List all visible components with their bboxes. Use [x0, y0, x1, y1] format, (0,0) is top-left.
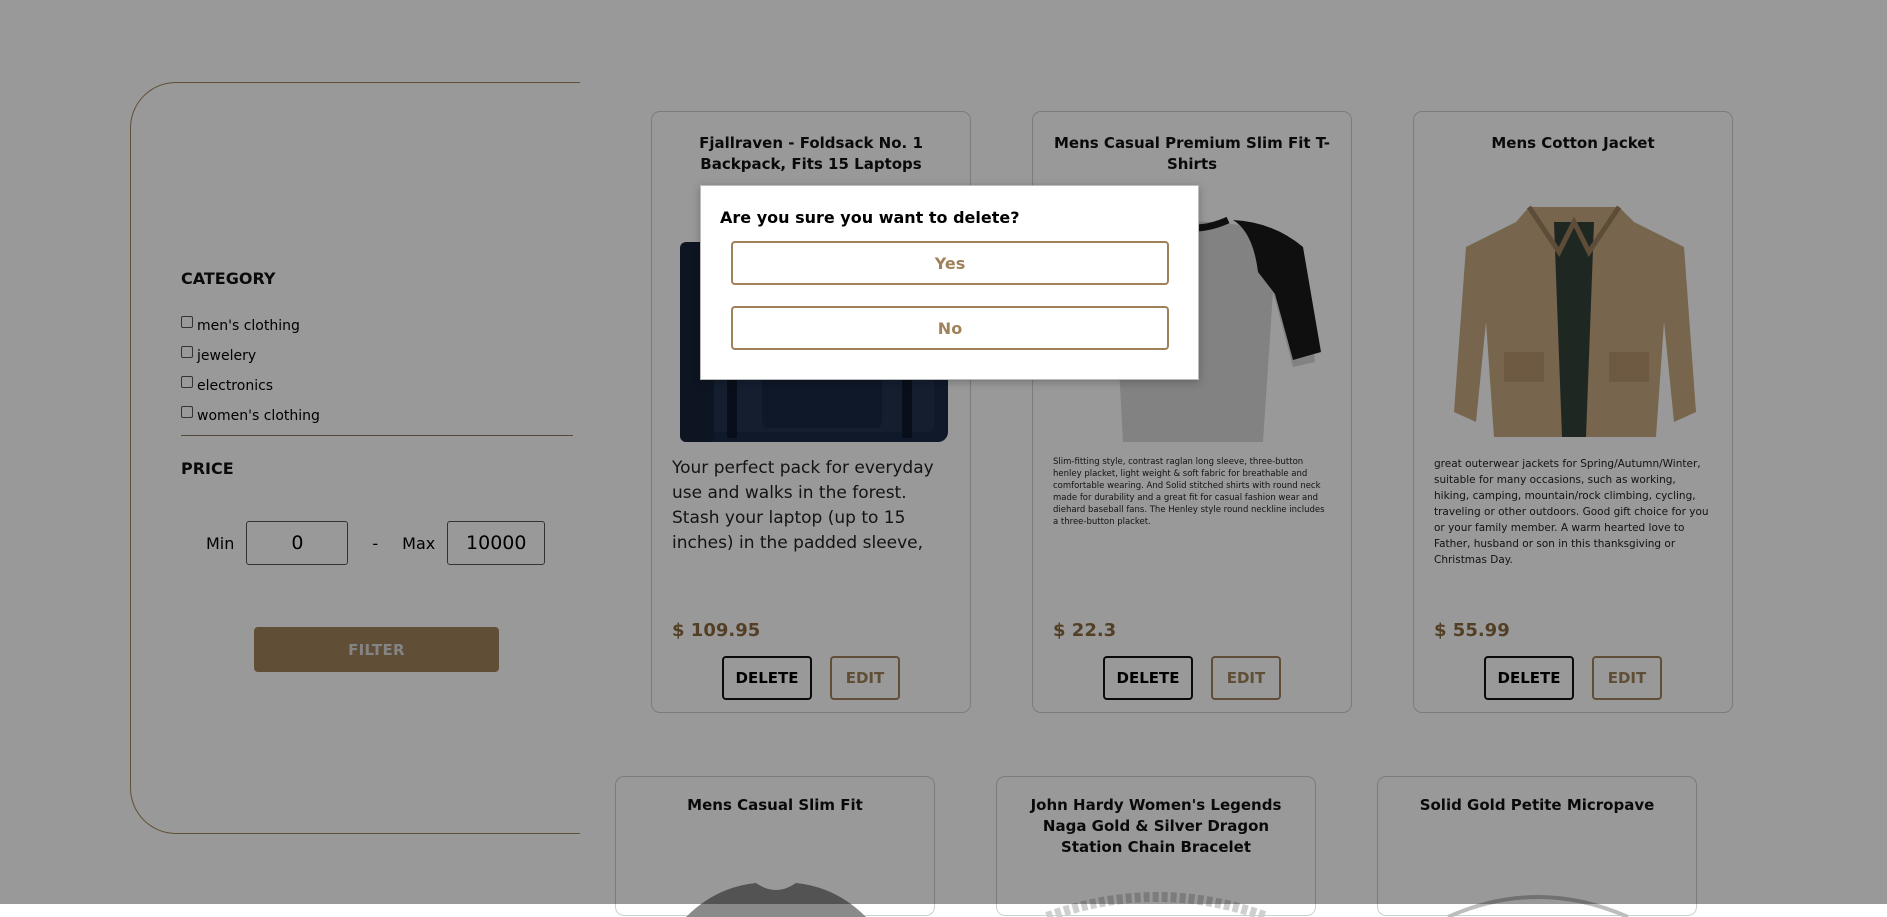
- dialog-question: Are you sure you want to delete?: [720, 208, 1020, 227]
- confirm-yes-button[interactable]: Yes: [731, 241, 1169, 285]
- delete-confirm-dialog: Are you sure you want to delete? Yes No: [700, 185, 1199, 380]
- page: CATEGORY men's clothing jewelery electro…: [0, 0, 1887, 917]
- confirm-no-button[interactable]: No: [731, 306, 1169, 350]
- modal-overlay[interactable]: [0, 0, 1887, 904]
